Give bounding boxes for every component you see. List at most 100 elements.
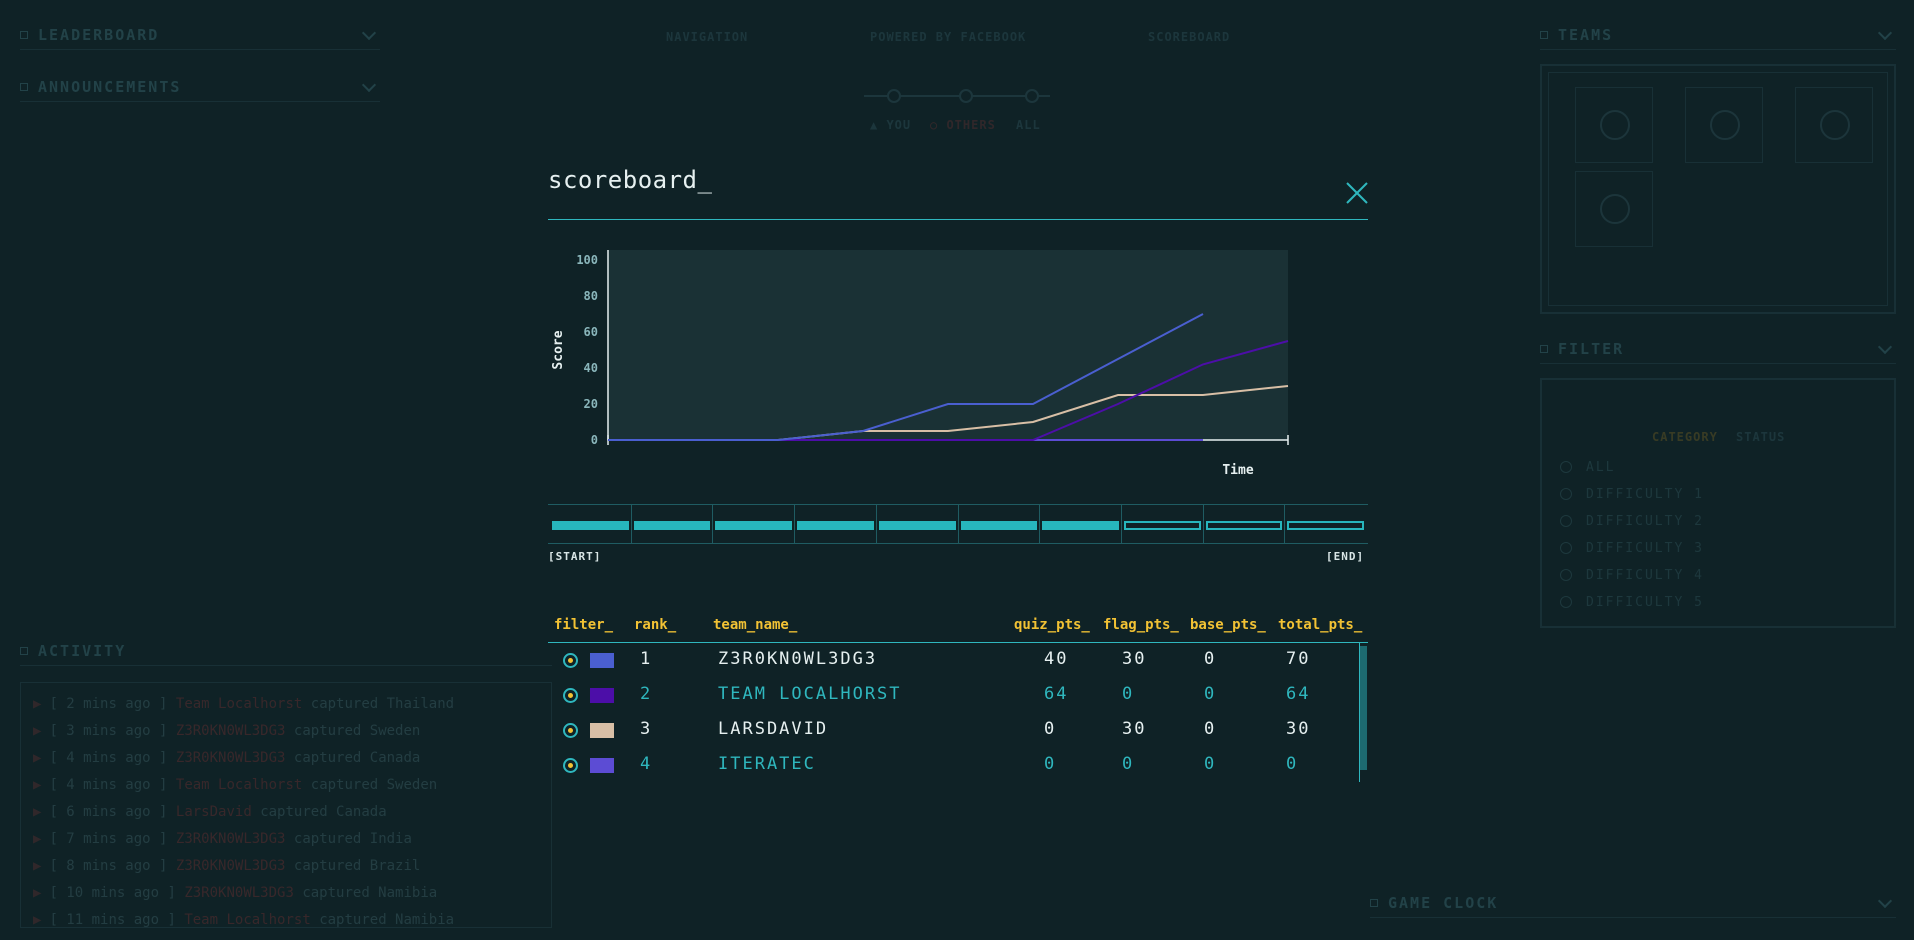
timeline-segment-bar — [633, 521, 711, 530]
table-row[interactable]: 1 Z3R0KN0WL3DG3 40 30 0 70 — [548, 644, 1358, 678]
cell-quiz-pts: 40 — [1044, 649, 1069, 669]
filter-option[interactable]: ALL — [1560, 460, 1615, 475]
filter-box: CATEGORY STATUS ALL DIFFICULTY 1 DIFFICU… — [1540, 378, 1896, 628]
view-you-label[interactable]: ▲ YOU — [870, 118, 911, 132]
column-header-flag-pts[interactable]: flag_pts_ — [1103, 617, 1179, 633]
row-filter-toggle[interactable] — [563, 758, 578, 773]
column-header-rank[interactable]: rank_ — [634, 617, 676, 633]
radio-icon — [1560, 569, 1572, 581]
close-icon[interactable] — [1346, 182, 1368, 204]
square-icon — [20, 30, 28, 39]
filter-tab-category[interactable]: CATEGORY — [1652, 430, 1718, 444]
activity-text: captured Namibia — [319, 912, 455, 928]
timeline-segment — [630, 505, 713, 543]
navigation-link[interactable]: NAVIGATION — [666, 30, 748, 44]
timeline-segment — [1120, 505, 1203, 543]
plot-area — [608, 250, 1288, 440]
timeline-segment — [1039, 505, 1121, 543]
game-clock-panel-title: GAME CLOCK — [1388, 893, 1499, 912]
cell-base-pts: 0 — [1204, 684, 1217, 704]
row-filter-toggle[interactable] — [563, 688, 578, 703]
filter-option[interactable]: DIFFICULTY 2 — [1560, 514, 1704, 529]
teams-panel-header[interactable]: TEAMS — [1540, 20, 1896, 50]
activity-item: ▶ [ 8 mins ago ] Z3R0KN0WL3DG3 captured B… — [33, 853, 539, 880]
team-logo-icon — [1820, 110, 1850, 140]
cell-team-name: TEAM LOCALHORST — [718, 684, 902, 704]
cell-rank: 2 — [640, 684, 653, 704]
scoreboard-link[interactable]: SCOREBOARD — [1148, 30, 1230, 44]
table-row[interactable]: 2 TEAM LOCALHORST 64 0 0 64 — [548, 679, 1358, 713]
square-icon — [1540, 344, 1548, 353]
row-filter-toggle[interactable] — [563, 653, 578, 668]
activity-item: ▶ [ 7 mins ago ] Z3R0KN0WL3DG3 captured I… — [33, 826, 539, 853]
cell-quiz-pts: 0 — [1044, 754, 1057, 774]
y-tick-label: 60 — [584, 325, 598, 339]
filter-option[interactable]: DIFFICULTY 5 — [1560, 595, 1704, 610]
activity-team: Team Localhorst — [175, 777, 303, 793]
column-header-team-name[interactable]: team_name_ — [713, 617, 797, 633]
radio-icon — [1560, 542, 1572, 554]
view-others-label[interactable]: ○ OTHERS — [930, 118, 996, 132]
arrow-right-icon: ▶ — [33, 723, 42, 739]
activity-feed[interactable]: ▶ [ 2 mins ago ] Team Localhorst captured… — [20, 682, 552, 928]
cell-base-pts: 0 — [1204, 754, 1217, 774]
filter-option[interactable]: DIFFICULTY 3 — [1560, 541, 1704, 556]
activity-text: captured Namibia — [302, 885, 438, 901]
table-header-divider — [548, 642, 1368, 643]
cell-flag-pts: 30 — [1122, 719, 1147, 739]
team-tile[interactable] — [1575, 171, 1653, 247]
chevron-down-icon — [1877, 893, 1893, 909]
radio-icon — [1560, 488, 1572, 500]
arrow-right-icon: ▶ — [33, 858, 42, 874]
filter-tab-status[interactable]: STATUS — [1736, 430, 1785, 444]
activity-item: ▶ [ 11 mins ago ] Team Localhorst capture… — [33, 907, 539, 934]
activity-panel-header[interactable]: ACTIVITY — [20, 636, 552, 666]
column-header-quiz-pts[interactable]: quiz_pts_ — [1014, 617, 1090, 633]
activity-time: [ 10 mins ago ] — [49, 885, 176, 901]
column-header-total-pts[interactable]: total_pts_ — [1278, 617, 1362, 633]
chevron-down-icon — [1877, 25, 1893, 41]
teams-grid — [1540, 64, 1896, 314]
activity-item: ▶ [ 4 mins ago ] Team Localhorst captured… — [33, 772, 539, 799]
activity-time: [ 4 mins ago ] — [49, 750, 168, 766]
team-color-swatch — [590, 653, 614, 668]
leaderboard-panel-header[interactable]: LEADERBOARD — [20, 20, 380, 50]
cell-team-name: ITERATEC — [718, 754, 816, 774]
team-tile[interactable] — [1795, 87, 1873, 163]
timeline-segment-bar — [960, 521, 1038, 530]
filter-option[interactable]: DIFFICULTY 1 — [1560, 487, 1704, 502]
cell-team-name: LARSDAVID — [718, 719, 829, 739]
announcements-panel-header[interactable]: ANNOUNCEMENTS — [20, 72, 380, 102]
timeline-start-label: [START] — [548, 550, 602, 563]
filter-option[interactable]: DIFFICULTY 4 — [1560, 568, 1704, 583]
view-all-label[interactable]: ALL — [1016, 118, 1041, 132]
team-tile[interactable] — [1575, 87, 1653, 163]
timeline-segment — [957, 505, 1040, 543]
timeline-segment-bar — [552, 521, 629, 530]
square-icon — [20, 82, 28, 91]
filter-panel-header[interactable]: FILTER — [1540, 334, 1896, 364]
table-row[interactable]: 4 ITERATEC 0 0 0 0 — [548, 749, 1358, 783]
activity-time: [ 7 mins ago ] — [49, 831, 168, 847]
timeline-segment — [875, 505, 958, 543]
activity-team: Z3R0KN0WL3DG3 — [175, 831, 286, 847]
activity-time: [ 6 mins ago ] — [49, 804, 168, 820]
row-filter-toggle[interactable] — [563, 723, 578, 738]
radio-icon — [1560, 596, 1572, 608]
table-row[interactable]: 3 LARSDAVID 0 30 0 30 — [548, 714, 1358, 748]
radio-icon — [1560, 515, 1572, 527]
column-header-filter[interactable]: filter_ — [554, 617, 613, 633]
game-clock-panel-header[interactable]: GAME CLOCK — [1370, 888, 1896, 918]
team-tile[interactable] — [1685, 87, 1763, 163]
arrow-right-icon: ▶ — [33, 777, 42, 793]
column-header-base-pts[interactable]: base_pts_ — [1190, 617, 1266, 633]
timeline-segment — [1202, 505, 1285, 543]
arrow-right-icon: ▶ — [33, 696, 42, 712]
view-toggle-slider[interactable] — [862, 86, 1052, 106]
activity-time: [ 3 mins ago ] — [49, 723, 168, 739]
arrow-right-icon: ▶ — [33, 750, 42, 766]
activity-panel-title: ACTIVITY — [38, 641, 127, 660]
table-scrollbar[interactable] — [1360, 646, 1367, 770]
filter-panel-title: FILTER — [1558, 339, 1625, 358]
cell-rank: 3 — [640, 719, 653, 739]
